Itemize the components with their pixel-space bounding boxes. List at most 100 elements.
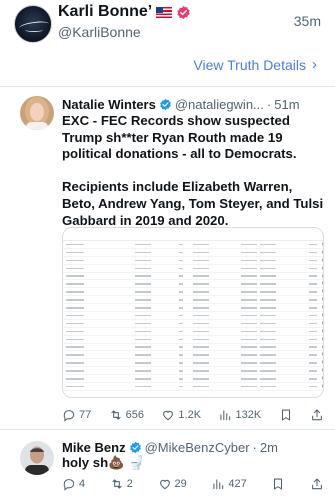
bookmark-button[interactable] (271, 477, 285, 491)
records-table-cell (257, 274, 305, 278)
author-name[interactable]: Mike Benz (62, 440, 126, 455)
records-table-cell (63, 258, 132, 262)
records-table-row (63, 288, 323, 297)
records-table-cell (132, 266, 176, 270)
retweet-count: 656 (125, 409, 145, 421)
author-name[interactable]: Natalie Winters (62, 97, 156, 112)
records-table-cell (257, 306, 305, 310)
records-table-cell (176, 369, 190, 373)
share-button[interactable] (310, 477, 324, 491)
records-table-cell (190, 345, 238, 349)
tweet-timestamp: 51m (274, 97, 300, 112)
retweet-icon (112, 479, 122, 489)
records-table-cell (257, 369, 305, 373)
tweet-timestamp: 2m (259, 440, 278, 455)
records-table-cell (190, 384, 238, 388)
author-handle[interactable]: @MikeBenzCyber (145, 440, 250, 455)
records-table-cell (63, 329, 132, 333)
records-table-cell (190, 266, 238, 270)
author-handle[interactable]: @nataliegwin... (175, 97, 264, 112)
avatar[interactable] (14, 5, 52, 43)
records-table-cell (238, 242, 258, 246)
view-truth-details-link[interactable]: View Truth Details › (193, 56, 317, 73)
row-marker-icon (322, 265, 323, 270)
heart-icon (159, 479, 170, 490)
reply-count: 4 (79, 478, 86, 490)
reply-tweet-header: Mike Benz @MikeBenzCyber · 2m (62, 440, 278, 455)
records-table-row (63, 359, 323, 368)
records-table-cell (305, 258, 319, 262)
reply-button[interactable]: 4 (62, 477, 85, 491)
display-name[interactable]: Karli Bonne’ (58, 3, 152, 21)
post-timestamp: 35m (293, 13, 321, 29)
records-table-header (63, 228, 323, 241)
row-marker-icon (322, 273, 323, 278)
records-table-cell (319, 305, 323, 310)
records-table-cell (190, 369, 238, 373)
retweet-button[interactable]: 656 (109, 408, 144, 422)
records-table-cell (132, 384, 176, 388)
reply-button[interactable]: 77 (62, 408, 91, 422)
like-count: 1.2K (178, 409, 202, 421)
records-table-cell (190, 298, 238, 302)
records-table-body (63, 241, 323, 391)
views-count: 427 (228, 478, 247, 490)
records-table-cell (238, 258, 258, 262)
row-marker-icon (322, 360, 323, 365)
records-table-cell (132, 369, 176, 373)
records-table-cell (132, 298, 176, 302)
mike-avatar-image (20, 441, 54, 475)
records-table-cell (132, 329, 176, 333)
bookmark-button[interactable] (279, 408, 293, 422)
records-table-cell (238, 274, 258, 278)
records-table-cell (132, 306, 176, 310)
records-table-cell (319, 289, 323, 294)
records-table-cell (238, 290, 258, 294)
records-table-cell (132, 290, 176, 294)
records-table-cell (238, 337, 258, 341)
records-table-cell (63, 384, 132, 388)
records-table-cell (238, 361, 258, 365)
records-table-cell (63, 369, 132, 373)
records-table-cell (190, 313, 238, 317)
row-marker-icon (322, 383, 323, 388)
records-table-cell (319, 249, 323, 255)
row-marker-icon (322, 352, 323, 357)
records-table-cell (257, 329, 305, 333)
records-table-cell (63, 266, 132, 270)
records-table-cell (190, 306, 238, 310)
view-details-label: View Truth Details (193, 56, 306, 73)
views-button[interactable]: 427 (211, 477, 247, 491)
records-table-cell (305, 345, 319, 349)
records-table-cell (190, 290, 238, 294)
records-table-cell (63, 274, 132, 278)
share-button[interactable] (310, 408, 324, 422)
records-table-row (63, 241, 323, 249)
records-table-row (63, 312, 323, 320)
records-table-cell (132, 282, 176, 286)
records-table-cell (319, 281, 323, 286)
views-button[interactable]: 132K (218, 408, 261, 422)
records-table-cell (63, 361, 132, 365)
avatar[interactable] (20, 96, 54, 130)
row-marker-icon (322, 344, 323, 349)
like-button[interactable]: 29 (158, 477, 187, 491)
records-table-cell (176, 242, 190, 246)
records-table-row (63, 249, 323, 257)
user-handle[interactable]: @KarliBonne (58, 24, 141, 40)
records-table-cell (319, 336, 323, 342)
records-table-cell (319, 312, 323, 318)
fec-records-image[interactable] (62, 227, 324, 398)
records-table-cell (238, 306, 258, 310)
name-row: Karli Bonne’ (58, 3, 191, 21)
avatar[interactable] (20, 441, 54, 475)
share-icon (312, 478, 322, 490)
tweet-paragraph: EXC - FEC Records show suspected Trump s… (62, 113, 297, 162)
records-table-cell (305, 298, 319, 302)
records-table-cell (257, 266, 305, 270)
records-table-cell (63, 337, 132, 341)
retweet-button[interactable]: 2 (110, 477, 133, 491)
records-table-cell (257, 345, 305, 349)
records-table-cell (176, 353, 190, 357)
like-button[interactable]: 1.2K (161, 408, 201, 422)
